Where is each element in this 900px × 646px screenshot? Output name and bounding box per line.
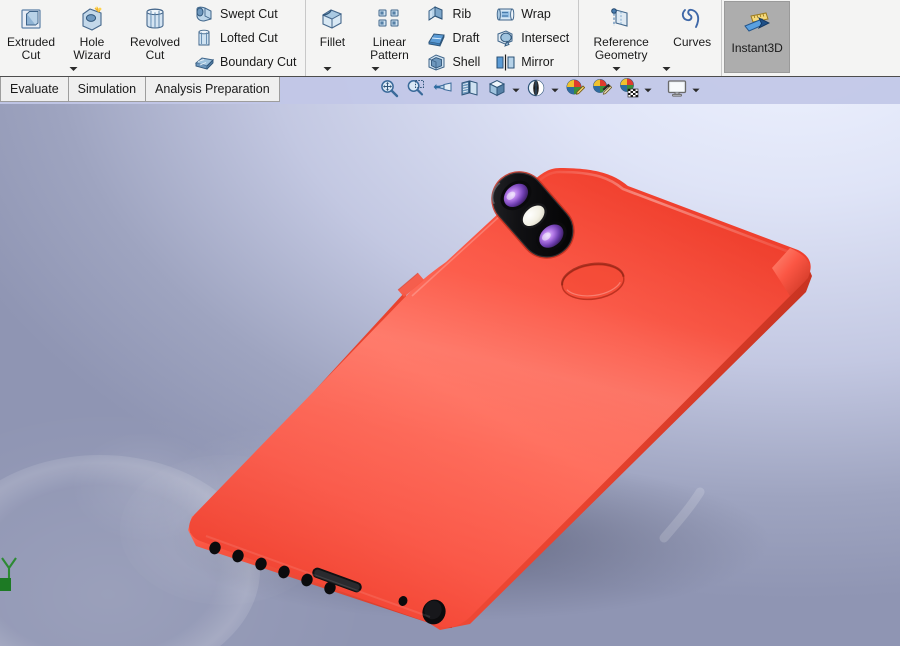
linear-pattern-label: Linear Pattern bbox=[370, 35, 409, 62]
view-toolbar bbox=[376, 77, 702, 103]
reference-geometry-button[interactable]: Reference Geometry bbox=[579, 0, 663, 71]
modify-small-column-2: Wrap Intersect Mirror bbox=[489, 0, 578, 74]
extruded-cut-button[interactable]: Extruded Cut bbox=[0, 0, 62, 62]
mirror-icon bbox=[493, 51, 517, 73]
reference-geometry-dropdown-caret[interactable] bbox=[609, 63, 623, 74]
hide-show-items-icon bbox=[565, 78, 585, 103]
linear-pattern-dropdown-caret[interactable] bbox=[368, 63, 382, 74]
apply-scene-button[interactable] bbox=[616, 77, 642, 103]
view-settings-button[interactable] bbox=[664, 78, 690, 103]
extruded-cut-icon bbox=[18, 4, 44, 34]
rib-button[interactable]: Rib bbox=[422, 2, 485, 26]
draft-button[interactable]: Draft bbox=[422, 26, 485, 50]
tab-simulation[interactable]: Simulation bbox=[68, 77, 147, 102]
lofted-cut-label: Lofted Cut bbox=[220, 31, 278, 45]
tab-list: Evaluate Simulation Analysis Preparation bbox=[0, 77, 280, 102]
display-style-button[interactable] bbox=[523, 78, 549, 103]
zoom-to-area-icon bbox=[406, 78, 426, 103]
hole-wizard-label: Hole Wizard bbox=[73, 35, 111, 62]
apply-scene-icon bbox=[619, 77, 639, 103]
previous-view-button[interactable] bbox=[430, 78, 456, 103]
modify-small-column-1: Rib Draft Shell bbox=[420, 0, 489, 74]
swept-cut-label: Swept Cut bbox=[220, 7, 278, 21]
shell-label: Shell bbox=[452, 55, 481, 69]
wrap-button[interactable]: Wrap bbox=[491, 2, 574, 26]
section-view-icon bbox=[460, 78, 480, 103]
intersect-icon bbox=[493, 27, 517, 49]
curves-label: Curves bbox=[673, 35, 712, 49]
curves-icon bbox=[679, 4, 705, 34]
tab-analysis-preparation[interactable]: Analysis Preparation bbox=[146, 77, 280, 102]
shell-button[interactable]: Shell bbox=[422, 50, 485, 74]
display-style-icon bbox=[526, 78, 546, 103]
zoom-to-fit-button[interactable] bbox=[376, 78, 402, 103]
draft-label: Draft bbox=[452, 31, 480, 45]
view-settings-dropdown-caret[interactable] bbox=[691, 78, 702, 103]
ribbon-group-reference: Reference Geometry Curves bbox=[579, 0, 723, 76]
draft-icon bbox=[424, 27, 448, 49]
edit-appearance-button[interactable] bbox=[589, 78, 615, 103]
apply-scene-dropdown-caret[interactable] bbox=[643, 78, 654, 103]
ribbon-group-instant3d: Instant3D bbox=[722, 0, 792, 76]
view-settings-icon bbox=[666, 78, 688, 103]
view-orientation-icon bbox=[487, 78, 507, 103]
display-style-dropdown-caret[interactable] bbox=[550, 78, 561, 103]
instant3d-label: Instant3D bbox=[731, 41, 783, 55]
extruded-cut-label: Extruded Cut bbox=[6, 35, 56, 62]
mirror-label: Mirror bbox=[521, 55, 554, 69]
mirror-button[interactable]: Mirror bbox=[491, 50, 574, 74]
fillet-label: Fillet bbox=[319, 35, 346, 49]
wrap-label: Wrap bbox=[521, 7, 551, 21]
cut-features-small-column: Swept Cut Lofted Cut Boundary Cut bbox=[188, 0, 305, 74]
fillet-icon bbox=[319, 4, 345, 34]
shell-icon bbox=[424, 51, 448, 73]
wrap-icon bbox=[493, 3, 517, 25]
boundary-cut-icon bbox=[192, 51, 216, 73]
boundary-cut-button[interactable]: Boundary Cut bbox=[190, 50, 301, 74]
intersect-button[interactable]: Intersect bbox=[491, 26, 574, 50]
features-ribbon: Extruded Cut Hole Wizard Revolved Cut Sw… bbox=[0, 0, 900, 77]
reference-geometry-icon bbox=[608, 4, 634, 34]
lofted-cut-button[interactable]: Lofted Cut bbox=[190, 26, 301, 50]
hide-show-items-button[interactable] bbox=[562, 78, 588, 103]
previous-view-icon bbox=[433, 78, 453, 103]
edit-appearance-icon bbox=[592, 78, 612, 103]
tab-evaluate[interactable]: Evaluate bbox=[0, 77, 69, 102]
revolved-cut-icon bbox=[142, 4, 168, 34]
fillet-dropdown-caret[interactable] bbox=[320, 63, 334, 74]
view-orientation-button[interactable] bbox=[484, 78, 510, 103]
tab-analysis-preparation-label: Analysis Preparation bbox=[155, 82, 270, 96]
hole-wizard-icon bbox=[78, 4, 106, 34]
reference-geometry-label: Reference Geometry bbox=[593, 35, 649, 62]
lofted-cut-icon bbox=[192, 27, 216, 49]
section-view-button[interactable] bbox=[457, 78, 483, 103]
view-orientation-dropdown-caret[interactable] bbox=[511, 78, 522, 103]
ribbon-group-cut-features: Extruded Cut Hole Wizard Revolved Cut Sw… bbox=[0, 0, 307, 76]
instant3d-button[interactable]: Instant3D bbox=[724, 1, 791, 73]
tab-evaluate-label: Evaluate bbox=[10, 82, 59, 96]
swept-cut-icon bbox=[192, 3, 216, 25]
tab-simulation-label: Simulation bbox=[77, 82, 137, 96]
linear-pattern-icon bbox=[376, 4, 402, 34]
curves-button[interactable]: Curves bbox=[662, 0, 721, 71]
ribbon-group-modify-features: Fillet Linear Pattern Rib Draft Shell Wr… bbox=[306, 0, 580, 76]
swept-cut-button[interactable]: Swept Cut bbox=[190, 2, 301, 26]
rib-icon bbox=[424, 3, 448, 25]
intersect-label: Intersect bbox=[521, 31, 570, 45]
instant3d-icon bbox=[741, 8, 773, 38]
zoom-to-area-button[interactable] bbox=[403, 78, 429, 103]
hole-wizard-dropdown-caret[interactable] bbox=[66, 63, 80, 74]
solidworks-window: Extruded Cut Hole Wizard Revolved Cut Sw… bbox=[0, 0, 900, 646]
revolved-cut-button[interactable]: Revolved Cut bbox=[122, 0, 188, 62]
boundary-cut-label: Boundary Cut bbox=[220, 55, 297, 69]
rib-label: Rib bbox=[452, 7, 472, 21]
hole-wizard-button[interactable]: Hole Wizard bbox=[62, 0, 122, 71]
command-tab-strip: Evaluate Simulation Analysis Preparation bbox=[0, 77, 900, 104]
linear-pattern-button[interactable]: Linear Pattern bbox=[358, 0, 420, 71]
revolved-cut-label: Revolved Cut bbox=[129, 35, 181, 62]
curves-dropdown-caret[interactable] bbox=[659, 63, 673, 74]
zoom-to-fit-icon bbox=[379, 78, 399, 103]
fillet-button[interactable]: Fillet bbox=[306, 0, 358, 71]
